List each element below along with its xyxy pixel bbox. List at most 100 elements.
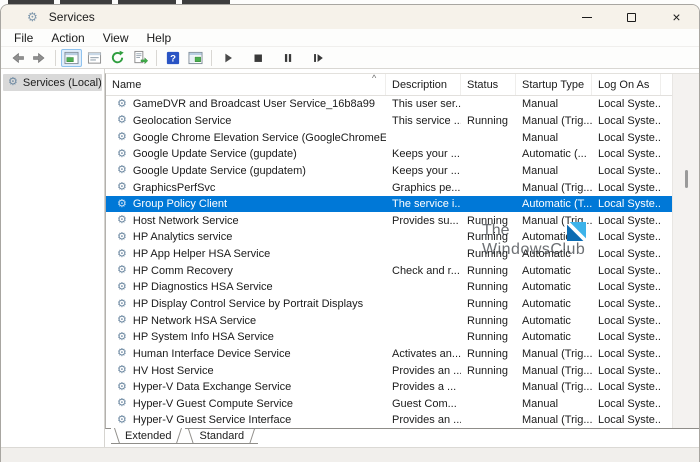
service-startup-type: Manual (516, 132, 592, 144)
service-name-cell: ⚙Human Interface Device Service (106, 348, 386, 360)
service-name-cell: ⚙ Hyper-V Data Exchange Service (106, 381, 386, 393)
tab-standard[interactable]: Standard (185, 429, 258, 444)
gear-icon: ⚙ (117, 232, 127, 243)
service-row[interactable]: ⚙HP Analytics serviceRunningAutomaticLoc… (106, 229, 672, 246)
service-log-on-as: Local Syste... (592, 98, 661, 110)
service-row[interactable]: ⚙Group Policy ClientThe service i...Auto… (106, 196, 672, 213)
service-row[interactable]: ⚙HP App Helper HSA ServiceRunningAutomat… (106, 246, 672, 263)
service-status: Running (461, 231, 516, 243)
service-startup-type: Manual (Trig... (516, 414, 592, 426)
service-row[interactable]: ⚙HP Diagnostics HSA ServiceRunningAutoma… (106, 279, 672, 296)
service-log-on-as: Local Syste... (592, 215, 661, 227)
column-header-name[interactable]: Name (106, 74, 386, 95)
service-row[interactable]: ⚙Hyper-V Guest Service InterfaceProvides… (106, 412, 672, 429)
toolbar: ? (1, 47, 699, 69)
service-description: The service i... (386, 198, 461, 210)
gear-icon: ⚙ (117, 398, 127, 409)
service-description: Keeps your ... (386, 165, 461, 177)
menu-file[interactable]: File (5, 31, 42, 45)
service-name: Hyper-V Guest Service Interface (133, 414, 291, 426)
close-button[interactable]: × (654, 5, 699, 29)
service-startup-type: Automatic (516, 248, 592, 260)
service-name: Google Update Service (gupdate) (133, 148, 297, 160)
gear-icon: ⚙ (117, 382, 127, 393)
service-row[interactable]: ⚙Host Network ServiceProvides su...Runni… (106, 212, 672, 229)
menu-help[interactable]: Help (138, 31, 181, 45)
service-row[interactable]: ⚙Geolocation ServiceThis service ...Runn… (106, 113, 672, 130)
column-header-log-on-as[interactable]: Log On As (592, 74, 661, 95)
service-name: Google Update Service (gupdatem) (133, 165, 306, 177)
back-button[interactable] (6, 49, 27, 67)
service-row[interactable]: ⚙HP Comm RecoveryCheck and r...RunningAu… (106, 262, 672, 279)
service-row[interactable]: ⚙HP Network HSA ServiceRunningAutomaticL… (106, 312, 672, 329)
start-service-button[interactable] (217, 49, 238, 67)
service-name-cell: ⚙HV Host Service (106, 365, 386, 377)
show-console-tree-button[interactable] (61, 49, 82, 67)
properties-button[interactable] (84, 49, 105, 67)
tab-extended[interactable]: Extended (111, 428, 185, 444)
extended-view-button[interactable] (185, 49, 206, 67)
restart-service-button[interactable] (307, 49, 328, 67)
service-name: Hyper-V Data Exchange Service (133, 381, 291, 393)
service-description: Check and r... (386, 265, 461, 277)
service-startup-type: Manual (516, 165, 592, 177)
menu-view[interactable]: View (94, 31, 138, 45)
window-title: Services (49, 10, 95, 24)
service-row[interactable]: ⚙Google Chrome Elevation Service (Google… (106, 129, 672, 146)
forward-button[interactable] (29, 49, 50, 67)
service-row[interactable]: ⚙HP System Info HSA ServiceRunningAutoma… (106, 329, 672, 346)
column-header-startup-type[interactable]: Startup Type (516, 74, 592, 95)
service-log-on-as: Local Syste... (592, 198, 661, 210)
service-status: Running (461, 115, 516, 127)
service-row[interactable]: ⚙Hyper-V Guest Compute ServiceGuest Com.… (106, 396, 672, 413)
service-name: Group Policy Client (133, 198, 227, 210)
service-row[interactable]: ⚙GameDVR and Broadcast User Service_16b8… (106, 96, 672, 113)
export-list-button[interactable] (130, 49, 151, 67)
service-startup-type: Manual (516, 98, 592, 110)
column-header-status[interactable]: Status (461, 74, 516, 95)
service-row[interactable]: ⚙GraphicsPerfSvcGraphics pe...Manual (Tr… (106, 179, 672, 196)
minimize-button[interactable] (564, 5, 609, 29)
pause-service-button[interactable] (277, 49, 298, 67)
console-tree-icon (64, 51, 79, 65)
gear-icon: ⚙ (117, 415, 127, 426)
minimize-icon (582, 17, 592, 18)
scrollbar-thumb[interactable] (685, 170, 688, 188)
restart-service-icon (311, 51, 325, 65)
stop-service-button[interactable] (247, 49, 268, 67)
service-log-on-as: Local Syste... (592, 398, 661, 410)
refresh-button[interactable] (107, 49, 128, 67)
gear-icon: ⚙ (8, 77, 18, 88)
service-row[interactable]: ⚙Human Interface Device ServiceActivates… (106, 346, 672, 363)
maximize-button[interactable] (609, 5, 654, 29)
service-row[interactable]: ⚙Google Update Service (gupdatem)Keeps y… (106, 163, 672, 180)
service-name-cell: ⚙GameDVR and Broadcast User Service_16b8… (106, 98, 386, 110)
service-status: Running (461, 365, 516, 377)
service-name-cell: ⚙ Hyper-V Guest Service Interface (106, 414, 386, 426)
service-startup-type: Automatic (516, 265, 592, 277)
stop-service-icon (251, 51, 265, 65)
sort-asc-icon: ^ (372, 73, 376, 83)
help-button[interactable]: ? (162, 49, 183, 67)
service-row[interactable]: ⚙HP Display Control Service by Portrait … (106, 296, 672, 313)
gear-icon: ⚙ (117, 265, 127, 276)
vertical-scrollbar[interactable] (672, 74, 699, 428)
services-window: ⚙ Services × File Action View Help (0, 4, 700, 462)
gear-icon: ⚙ (117, 282, 127, 293)
service-name-cell: ⚙ Google Update Service (gupdate) (106, 148, 386, 160)
titlebar: ⚙ Services × (1, 5, 699, 29)
service-row[interactable]: ⚙HV Host ServiceProvides an ...RunningMa… (106, 362, 672, 379)
service-description: Provides su... (386, 215, 461, 227)
service-name: Google Chrome Elevation Service (GoogleC… (133, 132, 386, 144)
service-name: HP App Helper HSA Service (133, 248, 270, 260)
service-startup-type: Automatic (516, 231, 592, 243)
service-status: Running (461, 248, 516, 260)
column-header-description[interactable]: Description (386, 74, 461, 95)
service-row[interactable]: ⚙Google Update Service (gupdate)Keeps yo… (106, 146, 672, 163)
sidebar-item-services-local[interactable]: ⚙ Services (Local) (3, 74, 102, 91)
service-log-on-as: Local Syste... (592, 182, 661, 194)
service-startup-type: Automatic (516, 298, 592, 310)
gear-icon: ⚙ (117, 149, 127, 160)
menu-action[interactable]: Action (42, 31, 93, 45)
service-row[interactable]: ⚙Hyper-V Data Exchange ServiceProvides a… (106, 379, 672, 396)
